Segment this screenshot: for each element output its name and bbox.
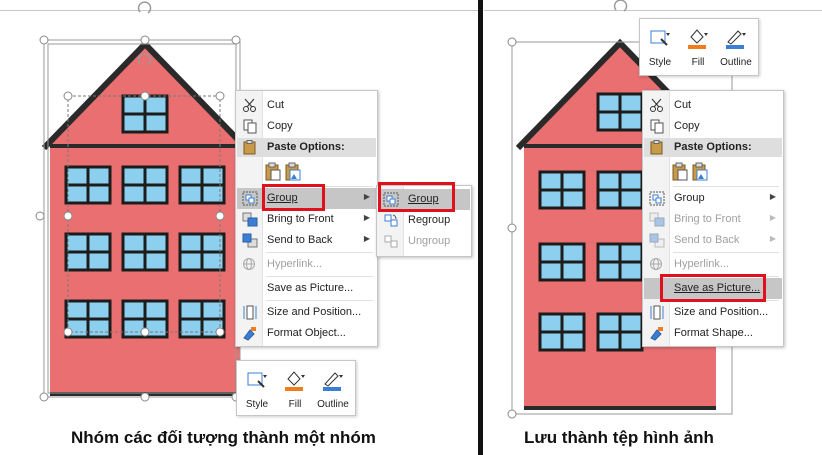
submenu-item-regroup[interactable]: Regroup [378,210,470,231]
paste-as-picture-icon[interactable] [284,162,302,182]
paint-bucket-icon [688,29,708,49]
paste-options-header: Paste Options: [237,138,376,157]
paint-bucket-icon [285,371,305,391]
menu-item-label: Bring to Front [674,213,741,225]
menu-item-group[interactable]: Group ▶ [644,188,782,209]
send-to-back-icon [649,233,665,248]
menu-item-label: Ungroup [408,235,451,247]
menu-item-hyperlink[interactable]: Hyperlink... [644,254,782,275]
bring-to-front-icon [649,212,665,227]
fill-button[interactable]: Fill [275,365,315,413]
send-to-back-icon [242,233,258,248]
right-caption: Lưu thành tệp hình ảnh [524,428,714,447]
menu-item-label: Size and Position... [267,306,362,318]
shape-style-icon [247,372,267,388]
right-screenshot-panel: Style Fill Outline Cut Copy Paste Option… [484,0,822,455]
menu-item-label: Send to Back [674,234,740,246]
bring-to-front-icon [242,212,258,227]
menu-item-label: Format Object... [267,327,346,339]
format-paint-icon [243,327,256,341]
menu-item-format-object[interactable]: Format Object... [237,323,376,344]
mini-toolbar: Style Fill Outline [236,360,356,416]
submenu-item-ungroup[interactable]: Ungroup [378,231,470,252]
submenu-arrow-icon: ▶ [363,192,370,201]
menu-item-label: Copy [674,120,700,132]
submenu-arrow-icon: ▶ [363,234,370,243]
menu-item-label: Group [674,192,705,204]
menu-item-send-to-back[interactable]: Send to Back ▶ [644,230,782,251]
paste-keep-formatting-icon[interactable] [264,162,282,182]
copy-icon [650,119,664,134]
menu-item-label: Hyperlink... [674,258,730,270]
group-icon [649,191,665,206]
paste-options-header: Paste Options: [644,138,782,157]
menu-item-format-shape[interactable]: Format Shape... [644,323,782,344]
style-button[interactable]: Style [237,365,277,413]
paste-keep-formatting-icon[interactable] [671,162,689,182]
mini-toolbar: Style Fill Outline [639,18,759,76]
panel-divider [478,0,483,455]
menu-item-size-and-position[interactable]: Size and Position... [644,302,782,323]
menu-item-label: Bring to Front [267,213,334,225]
submenu-arrow-icon: ▶ [769,192,776,201]
format-paint-icon [650,327,663,341]
menu-item-bring-to-front[interactable]: Bring to Front ▶ [644,209,782,230]
menu-item-label: Hyperlink... [267,258,323,270]
paste-as-picture-icon[interactable] [691,162,709,182]
menu-item-send-to-back[interactable]: Send to Back ▶ [237,230,376,251]
menu-item-cut[interactable]: Cut [644,95,782,116]
globe-link-icon [650,258,662,270]
group-icon [242,191,258,206]
regroup-icon [384,214,398,227]
left-screenshot-panel: Cut Copy Paste Options: Group ▶ Bring to… [0,0,478,455]
left-caption: Nhóm các đối tượng thành một nhóm [71,428,376,447]
clipboard-icon [243,140,256,155]
scissors-icon [650,98,663,112]
submenu-arrow-icon: ▶ [769,213,776,222]
paste-options-buttons [264,161,306,183]
menu-item-bring-to-front[interactable]: Bring to Front ▶ [237,209,376,230]
menu-item-label: Send to Back [267,234,333,246]
highlight-submenu-group [378,182,455,212]
menu-item-label: Copy [267,120,293,132]
scissors-icon [243,98,256,112]
submenu-arrow-icon: ▶ [769,234,776,243]
ungroup-icon [384,235,398,248]
style-button[interactable]: Style [640,23,680,71]
menu-item-label: Size and Position... [674,306,769,318]
menu-item-label: Save as Picture... [267,282,354,294]
globe-link-icon [243,258,255,270]
outline-button[interactable]: Outline [313,365,353,413]
menu-item-copy[interactable]: Copy [237,116,376,137]
clipboard-icon [650,140,663,155]
menu-item-label: Regroup [408,214,451,226]
outline-button[interactable]: Outline [716,23,756,71]
size-position-icon [650,305,664,320]
pen-outline-icon [323,372,343,391]
size-position-icon [243,305,257,320]
highlight-save-as-picture [660,274,766,302]
fill-button[interactable]: Fill [678,23,718,71]
menu-item-label: Cut [674,99,692,111]
menu-item-label: Cut [267,99,285,111]
menu-item-label: Format Shape... [674,327,753,339]
shape-style-icon [650,30,670,46]
menu-item-size-and-position[interactable]: Size and Position... [237,302,376,323]
menu-item-cut[interactable]: Cut [237,95,376,116]
copy-icon [243,119,257,134]
context-menu: Cut Copy Paste Options: Group ▶ Bring to… [235,90,378,347]
menu-item-hyperlink[interactable]: Hyperlink... [237,254,376,275]
context-menu: Cut Copy Paste Options: Group ▶ Bring to… [642,90,784,347]
paste-options-buttons [671,161,713,183]
pen-outline-icon [726,30,746,49]
menu-item-save-as-picture[interactable]: Save as Picture... [237,278,376,299]
submenu-arrow-icon: ▶ [363,213,370,222]
highlight-group-item [262,184,325,211]
menu-item-copy[interactable]: Copy [644,116,782,137]
